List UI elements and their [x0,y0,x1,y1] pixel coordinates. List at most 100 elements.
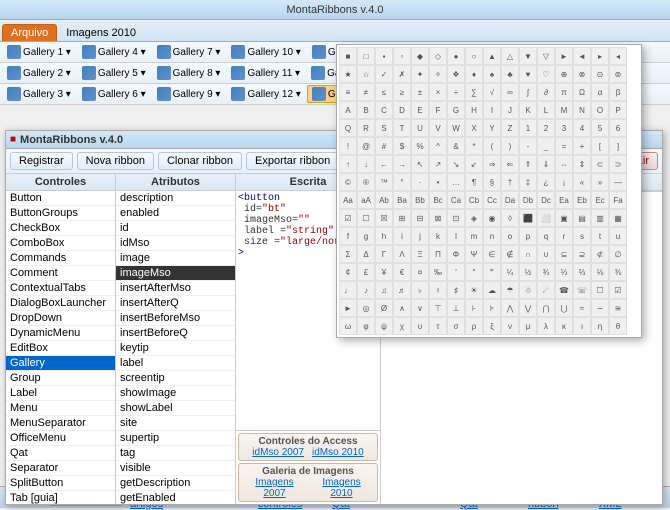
overlay-icon[interactable]: ☂ [501,281,519,299]
overlay-icon[interactable]: Ea [555,191,573,209]
control-item[interactable]: ContextualTabs [6,281,115,296]
overlay-icon[interactable]: ♥ [519,65,537,83]
overlay-icon[interactable]: ∧ [393,299,411,317]
overlay-icon[interactable]: ⅛ [591,263,609,281]
gallery-2[interactable]: Gallery 2 ▾ [2,64,76,82]
overlay-icon[interactable]: ⊤ [429,299,447,317]
overlay-icon[interactable]: Fa [609,191,627,209]
overlay-icon[interactable]: ☏ [573,281,591,299]
overlay-icon[interactable]: ≤ [375,83,393,101]
control-item[interactable]: Commands [6,251,115,266]
attr-item[interactable]: label [116,356,235,371]
overlay-icon[interactable]: ⊞ [393,209,411,227]
overlay-icon[interactable]: ⊕ [555,65,573,83]
attr-item[interactable]: description [116,191,235,206]
overlay-icon[interactable]: Ba [393,191,411,209]
overlay-icon[interactable]: ☐ [591,281,609,299]
overlay-icon[interactable]: @ [357,137,375,155]
overlay-icon[interactable]: ♭ [411,281,429,299]
overlay-icon[interactable]: ✗ [393,65,411,83]
control-item[interactable]: OfficeMenu [6,431,115,446]
control-item[interactable]: Button [6,191,115,206]
overlay-icon[interactable]: ◉ [483,209,501,227]
overlay-icon[interactable]: θ [609,317,627,335]
overlay-icon[interactable]: n [483,227,501,245]
attr-item[interactable]: enabled [116,206,235,221]
overlay-icon[interactable]: ∞ [501,83,519,101]
overlay-icon[interactable]: + [573,137,591,155]
attr-item[interactable]: site [116,416,235,431]
control-item[interactable]: Tab [guia] [6,491,115,504]
attr-item[interactable]: showImage [116,386,235,401]
overlay-icon[interactable]: Bc [429,191,447,209]
overlay-icon[interactable]: ↑ [339,155,357,173]
overlay-icon[interactable]: 1 [519,119,537,137]
overlay-icon[interactable]: ⊇ [573,245,591,263]
overlay-icon[interactable]: # [375,137,393,155]
overlay-icon[interactable]: ☄ [537,281,555,299]
overlay-icon[interactable]: Ab [375,191,393,209]
overlay-icon[interactable]: √ [483,83,501,101]
overlay-icon[interactable]: ▪ [375,47,393,65]
overlay-icon[interactable]: ◂ [609,47,627,65]
overlay-icon[interactable]: ❖ [447,65,465,83]
attr-item[interactable]: insertAfterQ [116,296,235,311]
overlay-icon[interactable]: j [411,227,429,245]
attr-item[interactable]: showLabel [116,401,235,416]
overlay-icon[interactable]: ι [573,317,591,335]
overlay-icon[interactable]: © [339,173,357,191]
overlay-icon[interactable]: W [447,119,465,137]
overlay-icon[interactable]: Δ [357,245,375,263]
attr-item[interactable]: id [116,221,235,236]
overlay-icon[interactable]: m [465,227,483,245]
overlay-icon[interactable]: Λ [393,245,411,263]
overlay-icon[interactable]: ♣ [501,65,519,83]
overlay-icon[interactable]: ^ [429,137,447,155]
overlay-icon[interactable]: k [429,227,447,245]
overlay-icon[interactable]: → [393,155,411,173]
overlay-icon[interactable]: « [573,173,591,191]
overlay-icon[interactable]: † [501,173,519,191]
overlay-icon[interactable]: Φ [447,245,465,263]
overlay-icon[interactable]: Ψ [465,245,483,263]
overlay-icon[interactable]: g [357,227,375,245]
overlay-icon[interactable]: K [519,101,537,119]
overlay-icon[interactable]: ¥ [375,263,393,281]
overlay-icon[interactable]: α [591,83,609,101]
overlay-icon[interactable]: ♠ [483,65,501,83]
overlay-icon[interactable]: ☆ [357,65,375,83]
overlay-icon[interactable]: ↖ [411,155,429,173]
overlay-icon[interactable]: s [573,227,591,245]
gallery-12[interactable]: Gallery 12 ▾ [226,85,305,103]
attr-item[interactable]: insertAfterMso [116,281,235,296]
overlay-icon[interactable]: β [609,83,627,101]
overlay-icon[interactable]: ⇕ [573,155,591,173]
attr-item[interactable]: insertBeforeMso [116,311,235,326]
overlay-icon[interactable]: ¼ [501,263,519,281]
overlay-icon[interactable]: § [483,173,501,191]
overlay-icon[interactable]: ► [339,299,357,317]
overlay-icon[interactable]: ⊆ [555,245,573,263]
overlay-icon[interactable]: ↘ [447,155,465,173]
overlay-icon[interactable]: ¤ [411,263,429,281]
control-item[interactable]: Separator [6,461,115,476]
overlay-icon[interactable]: ☑ [609,281,627,299]
attr-item[interactable]: tag [116,446,235,461]
overlay-icon[interactable]: T [393,119,411,137]
overlay-icon[interactable]: ⊚ [609,65,627,83]
overlay-icon[interactable]: ‴ [483,263,501,281]
control-item[interactable]: DialogBoxLauncher [6,296,115,311]
overlay-icon[interactable]: σ [447,317,465,335]
overlay-icon[interactable]: ∼ [591,299,609,317]
overlay-icon[interactable]: ™ [375,173,393,191]
overlay-icon[interactable]: ♡ [537,65,555,83]
overlay-icon[interactable]: ⇓ [537,155,555,173]
overlay-icon[interactable]: ≠ [357,83,375,101]
overlay-icon[interactable]: ♫ [375,281,393,299]
overlay-icon[interactable]: ☑ [339,209,357,227]
overlay-icon[interactable]: ⊦ [465,299,483,317]
overlay-icon[interactable]: ♪ [357,281,375,299]
gallery-10[interactable]: Gallery 10 ▾ [226,43,305,61]
overlay-icon[interactable]: i [393,227,411,245]
overlay-icon[interactable]: Ø [375,299,393,317]
